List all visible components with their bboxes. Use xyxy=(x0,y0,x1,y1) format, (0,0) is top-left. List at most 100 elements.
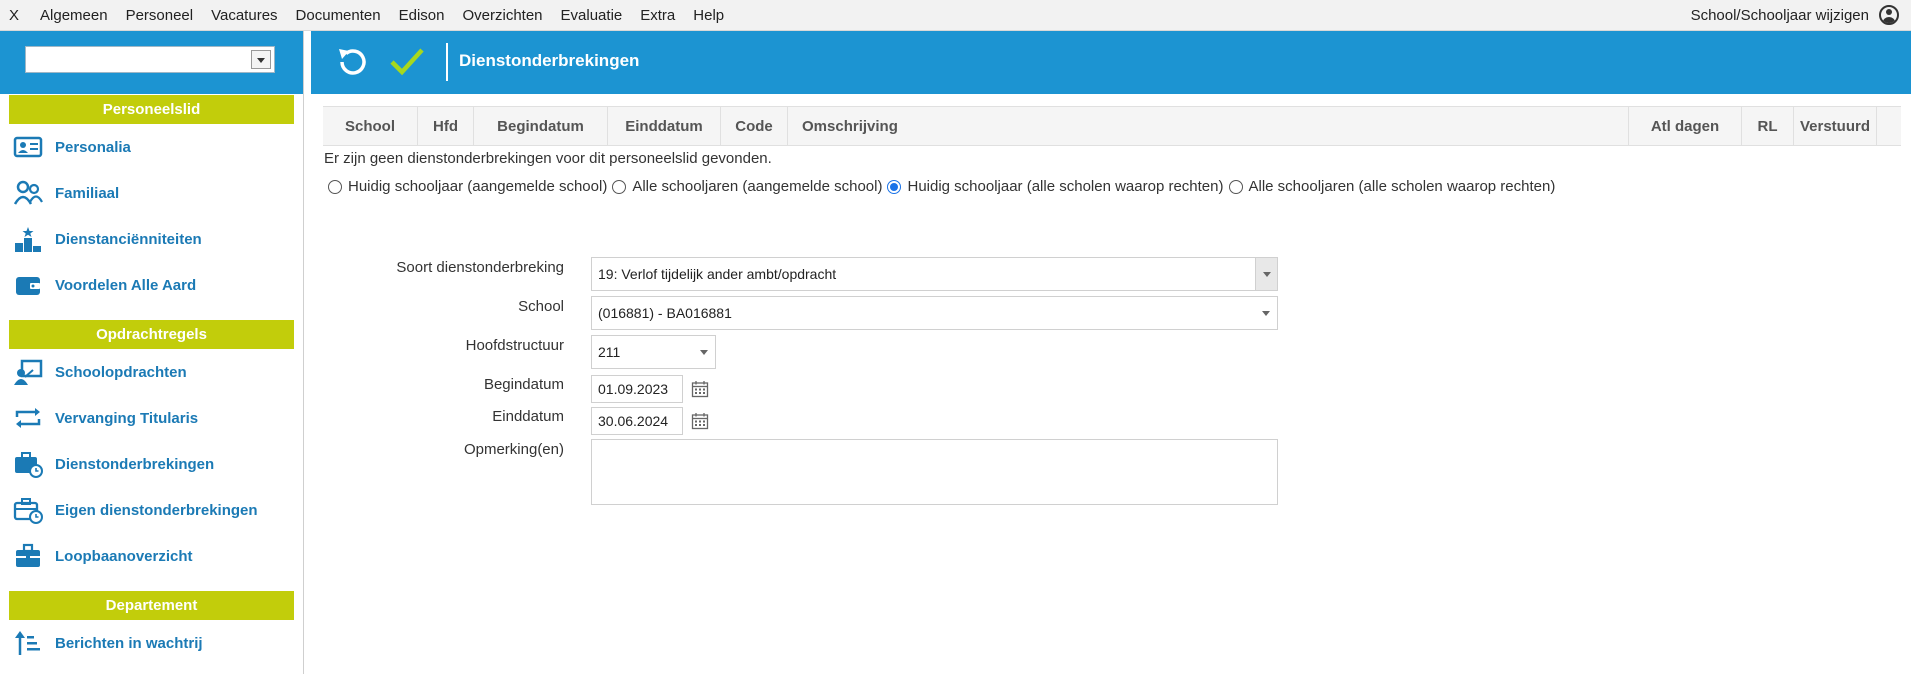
sidebar-item-label: Personalia xyxy=(55,138,131,156)
menu-overzichten[interactable]: Overzichten xyxy=(453,7,551,24)
sidebar-item-familiaal[interactable]: Familiaal xyxy=(0,170,303,216)
page-title: Dienstonderbrekingen xyxy=(459,51,640,70)
radio-huidig-aangemeld[interactable]: Huidig schooljaar (aangemelde school) xyxy=(328,178,607,195)
swap-arrows-icon xyxy=(13,403,43,433)
menu-personeel[interactable]: Personeel xyxy=(117,7,203,24)
sidebar-item-schoolopdrachten[interactable]: Schoolopdrachten xyxy=(0,349,303,395)
radio-button[interactable] xyxy=(1228,179,1243,194)
sidebar-item-label: Vervanging Titularis xyxy=(55,409,199,427)
menu-algemeen[interactable]: Algemeen xyxy=(31,7,117,24)
sidebar-item-personalia[interactable]: Personalia xyxy=(0,124,303,170)
calendar-icon[interactable] xyxy=(691,380,709,398)
sidebar-item-label: Berichten in wachtrij xyxy=(55,634,203,652)
briefcase-icon xyxy=(13,541,43,571)
col-header-spacer xyxy=(1877,107,1901,145)
header-divider xyxy=(446,43,448,81)
label-opmerkingen: Opmerking(en) xyxy=(463,441,564,458)
radio-button[interactable] xyxy=(328,179,342,194)
sidebar-item-label: Eigen dienstonderbrekingen xyxy=(55,501,258,519)
menu-edison[interactable]: Edison xyxy=(390,7,454,24)
family-icon xyxy=(13,178,43,208)
col-header-begindatum[interactable]: Begindatum xyxy=(474,107,608,145)
sidebar-item-label: Dienstanciënniteiten xyxy=(55,230,202,248)
sidebar: Personeelslid Personalia Familiaal Diens… xyxy=(0,31,304,674)
radio-label: Alle schooljaren (aangemelde school) xyxy=(632,178,883,195)
sidebar-item-label: Schoolopdrachten xyxy=(55,363,187,381)
sidebar-item-vervanging[interactable]: Vervanging Titularis xyxy=(0,395,303,441)
col-header-einddatum[interactable]: Einddatum xyxy=(608,107,721,145)
sidebar-item-dienstonderbrekingen[interactable]: Dienstonderbrekingen xyxy=(0,441,303,487)
sidebar-top xyxy=(0,31,303,94)
section-opdrachtregels: Opdrachtregels xyxy=(9,320,294,349)
change-school-year-link[interactable]: School/Schooljaar wijzigen xyxy=(1691,7,1869,24)
sidebar-item-voordelen[interactable]: Voordelen Alle Aard xyxy=(0,262,303,308)
label-school: School xyxy=(518,298,564,315)
chevron-down-icon[interactable] xyxy=(693,336,715,368)
undo-icon[interactable] xyxy=(333,43,371,81)
soort-value: 19: Verlof tijdelijk ander ambt/opdracht xyxy=(598,266,837,282)
person-search-combo[interactable] xyxy=(25,46,275,73)
chevron-down-icon[interactable] xyxy=(251,50,271,69)
col-header-rl[interactable]: RL xyxy=(1742,107,1794,145)
col-header-omschrijving[interactable]: Omschrijving xyxy=(788,107,1629,145)
col-header-code[interactable]: Code xyxy=(721,107,788,145)
label-begindatum: Begindatum xyxy=(483,376,564,393)
menubar-right: School/Schooljaar wijzigen xyxy=(1691,0,1899,30)
id-card-icon xyxy=(13,132,43,162)
sidebar-item-loopbaanoverzicht[interactable]: Loopbaanoverzicht xyxy=(0,533,303,579)
section-departement: Departement xyxy=(9,591,294,620)
einddatum-input[interactable]: 30.06.2024 xyxy=(591,407,683,435)
briefcase-clock-outline-icon xyxy=(13,495,43,525)
radio-label: Huidig schooljaar (aangemelde school) xyxy=(348,178,608,195)
sidebar-item-label: Voordelen Alle Aard xyxy=(55,276,197,294)
year-filter-radios: Huidig schooljaar (aangemelde school) Al… xyxy=(328,178,1560,195)
school-value: (016881) - BA016881 xyxy=(598,305,732,321)
main-header: Dienstonderbrekingen xyxy=(311,31,1911,94)
sidebar-item-label: Familiaal xyxy=(55,184,120,202)
begindatum-input[interactable]: 01.09.2023 xyxy=(591,375,683,403)
menu-vacatures[interactable]: Vacatures xyxy=(202,7,286,24)
grid-empty-message: Er zijn geen dienstonderbrekingen voor d… xyxy=(324,150,772,167)
school-select[interactable]: (016881) - BA016881 xyxy=(591,296,1278,330)
checkmark-icon[interactable] xyxy=(389,45,425,79)
begindatum-value: 01.09.2023 xyxy=(598,381,669,397)
section-personeelslid: Personeelslid xyxy=(9,95,294,124)
podium-icon xyxy=(13,224,43,254)
sidebar-item-eigen-dienstonderbrekingen[interactable]: Eigen dienstonderbrekingen xyxy=(0,487,303,533)
menu-extra[interactable]: Extra xyxy=(631,7,684,24)
label-hoofdstructuur: Hoofdstructuur xyxy=(465,337,564,354)
col-header-verstuurd[interactable]: Verstuurd xyxy=(1794,107,1877,145)
menu-close[interactable]: X xyxy=(0,7,31,24)
menu-documenten[interactable]: Documenten xyxy=(287,7,390,24)
sort-queue-icon xyxy=(13,628,43,658)
radio-huidig-alle-scholen[interactable]: Huidig schooljaar (alle scholen waarop r… xyxy=(887,178,1224,195)
menu-evaluatie[interactable]: Evaluatie xyxy=(552,7,632,24)
radio-label: Alle schooljaren (alle scholen waarop re… xyxy=(1248,178,1556,195)
user-circle-icon[interactable] xyxy=(1879,5,1899,25)
soort-select[interactable]: 19: Verlof tijdelijk ander ambt/opdracht xyxy=(591,257,1278,291)
hoofdstructuur-select[interactable]: 211 xyxy=(591,335,716,369)
sidebar-item-label: Loopbaanoverzicht xyxy=(55,547,193,565)
menu-bar: X Algemeen Personeel Vacatures Documente… xyxy=(0,0,1911,31)
radio-alle-aangemeld[interactable]: Alle schooljaren (aangemelde school) xyxy=(612,178,882,195)
radio-alle-alle-scholen[interactable]: Alle schooljaren (alle scholen waarop re… xyxy=(1228,178,1556,195)
col-header-school[interactable]: School xyxy=(323,107,418,145)
sidebar-item-label: Dienstonderbrekingen xyxy=(55,455,215,473)
sidebar-item-dienstancienniteiten[interactable]: Dienstanciënniteiten xyxy=(0,216,303,262)
teacher-board-icon xyxy=(13,357,43,387)
col-header-atl-dagen[interactable]: Atl dagen xyxy=(1629,107,1742,145)
col-header-hfd[interactable]: Hfd xyxy=(418,107,474,145)
hoofdstructuur-value: 211 xyxy=(598,344,621,360)
radio-button[interactable] xyxy=(612,179,627,194)
wallet-icon xyxy=(13,270,43,300)
radio-button-selected[interactable] xyxy=(887,179,902,194)
calendar-icon[interactable] xyxy=(691,412,709,430)
chevron-down-icon[interactable] xyxy=(1255,297,1277,329)
chevron-down-icon[interactable] xyxy=(1255,258,1277,290)
opmerkingen-textarea[interactable] xyxy=(591,439,1278,505)
sidebar-item-berichten[interactable]: Berichten in wachtrij xyxy=(0,620,303,666)
radio-label: Huidig schooljaar (alle scholen waarop r… xyxy=(907,178,1224,195)
einddatum-value: 30.06.2024 xyxy=(598,413,669,429)
menu-help[interactable]: Help xyxy=(684,7,733,24)
label-einddatum: Einddatum xyxy=(492,408,564,425)
